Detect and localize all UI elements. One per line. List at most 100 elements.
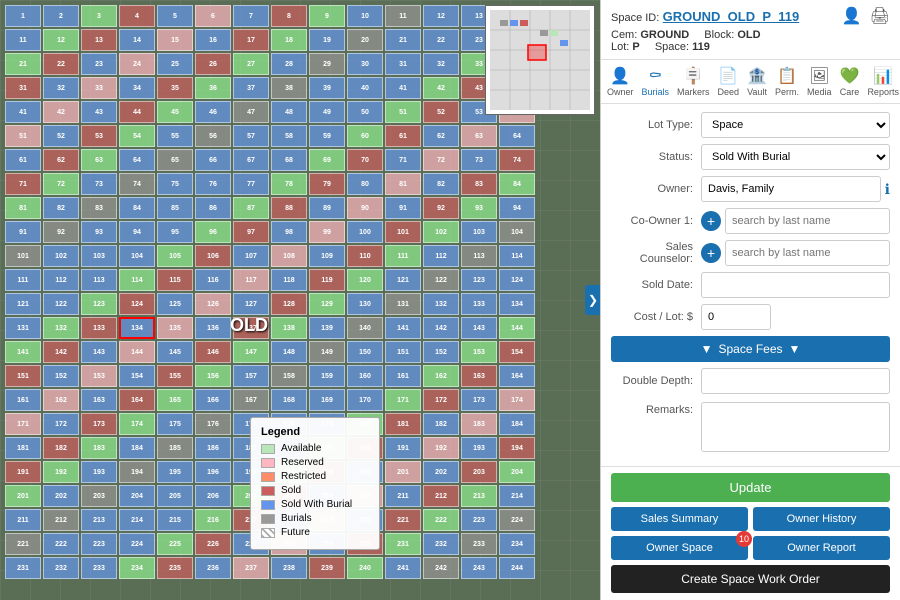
lot-cell[interactable]: 163 [81, 389, 117, 411]
lot-cell[interactable]: 155 [157, 365, 193, 387]
update-btn[interactable]: Update [611, 473, 890, 502]
lot-cell[interactable]: 203 [461, 461, 497, 483]
lot-cell[interactable]: 147 [233, 341, 269, 363]
lot-cell[interactable]: 12 [423, 5, 459, 27]
lot-cell[interactable]: 237 [233, 557, 269, 579]
lot-cell[interactable]: 205 [157, 485, 193, 507]
lot-cell[interactable]: 162 [43, 389, 79, 411]
lot-cell[interactable]: 144 [499, 317, 535, 339]
lot-cell[interactable]: 224 [499, 509, 535, 531]
lot-cell[interactable]: 238 [271, 557, 307, 579]
lot-cell[interactable]: 45 [157, 101, 193, 123]
lot-cell[interactable]: 91 [385, 197, 421, 219]
lot-cell[interactable]: 1 [5, 5, 41, 27]
lot-cell[interactable]: 90 [347, 197, 383, 219]
lot-cell[interactable]: 5 [157, 5, 193, 27]
lot-cell[interactable]: 154 [119, 365, 155, 387]
lot-cell[interactable]: 46 [195, 101, 231, 123]
lot-cell[interactable]: 73 [461, 149, 497, 171]
lot-cell[interactable]: 224 [119, 533, 155, 555]
lot-cell[interactable]: 35 [157, 77, 193, 99]
lot-cell[interactable]: 32 [43, 77, 79, 99]
expand-panel-arrow[interactable]: ❯ [585, 285, 600, 315]
lot-cell[interactable]: 201 [385, 461, 421, 483]
tab-markers[interactable]: 🪧Markers [673, 64, 714, 99]
lot-cell[interactable]: 145 [157, 341, 193, 363]
tab-vault[interactable]: 🏦Vault [743, 64, 771, 99]
lot-cell[interactable]: 52 [43, 125, 79, 147]
lot-cell[interactable]: 131 [5, 317, 41, 339]
lot-cell[interactable]: 73 [81, 173, 117, 195]
lot-cell[interactable]: 41 [385, 77, 421, 99]
lot-cell[interactable]: 113 [461, 245, 497, 267]
lot-cell[interactable]: 101 [5, 245, 41, 267]
lot-cell[interactable]: 134 [499, 293, 535, 315]
lot-cell[interactable]: 130 [347, 293, 383, 315]
lot-cell[interactable]: 140 [347, 317, 383, 339]
lot-cell[interactable]: 183 [81, 437, 117, 459]
lot-cell[interactable]: 231 [5, 557, 41, 579]
tab-owner[interactable]: 👤Owner [603, 64, 638, 99]
lot-cell[interactable]: 2 [43, 5, 79, 27]
lot-cell[interactable]: 243 [461, 557, 497, 579]
lot-cell[interactable]: 191 [5, 461, 41, 483]
lot-cell[interactable]: 184 [499, 413, 535, 435]
lot-cell[interactable]: 213 [461, 485, 497, 507]
lot-cell[interactable]: 124 [119, 293, 155, 315]
lot-cell[interactable]: 101 [385, 221, 421, 243]
lot-cell[interactable]: 21 [5, 53, 41, 75]
lot-cell[interactable]: 62 [43, 149, 79, 171]
lot-cell[interactable]: 81 [385, 173, 421, 195]
lot-cell[interactable]: 47 [233, 101, 269, 123]
lot-cell[interactable]: 127 [233, 293, 269, 315]
lot-cell[interactable]: 159 [309, 365, 345, 387]
lot-cell[interactable]: 62 [423, 125, 459, 147]
lot-cell[interactable]: 160 [347, 365, 383, 387]
lot-cell[interactable]: 112 [43, 269, 79, 291]
lot-cell[interactable]: 232 [423, 533, 459, 555]
lot-cell[interactable]: 122 [423, 269, 459, 291]
lot-cell[interactable]: 22 [423, 29, 459, 51]
lot-cell[interactable]: 13 [81, 29, 117, 51]
lot-cell[interactable]: 172 [43, 413, 79, 435]
lot-cell[interactable]: 53 [81, 125, 117, 147]
lot-cell[interactable]: 133 [81, 317, 117, 339]
lot-cell[interactable]: 108 [271, 245, 307, 267]
lot-cell[interactable]: 15 [157, 29, 193, 51]
lot-cell[interactable]: 153 [461, 341, 497, 363]
lot-cell[interactable]: 39 [309, 77, 345, 99]
lot-cell[interactable]: 138 [271, 317, 307, 339]
lot-cell[interactable]: 161 [385, 365, 421, 387]
lot-cell[interactable]: 63 [81, 149, 117, 171]
lot-cell[interactable]: 241 [385, 557, 421, 579]
tab-reports[interactable]: 📊Reports [863, 64, 900, 99]
lot-cell[interactable]: 33 [81, 77, 117, 99]
lot-cell[interactable]: 196 [195, 461, 231, 483]
lot-cell[interactable]: 85 [157, 197, 193, 219]
lot-cell[interactable]: 67 [233, 149, 269, 171]
owner-history-btn[interactable]: Owner History [753, 507, 890, 531]
lot-cell[interactable]: 129 [309, 293, 345, 315]
lot-cell[interactable]: 10 [347, 5, 383, 27]
lot-cell[interactable]: 206 [195, 485, 231, 507]
lot-cell[interactable]: 125 [157, 293, 193, 315]
lot-cell[interactable]: 18 [271, 29, 307, 51]
lot-cell[interactable]: 223 [461, 509, 497, 531]
lot-cell[interactable]: 11 [385, 5, 421, 27]
lot-cell[interactable]: 71 [5, 173, 41, 195]
lot-cell[interactable]: 86 [195, 197, 231, 219]
space-id-value[interactable]: GROUND_OLD_P_119 [663, 9, 800, 24]
lot-cell[interactable]: 215 [157, 509, 193, 531]
tab-media[interactable]: 🖼Media [803, 64, 836, 99]
lot-cell[interactable]: 203 [81, 485, 117, 507]
lot-cell[interactable]: 48 [271, 101, 307, 123]
lot-cell[interactable]: 104 [119, 245, 155, 267]
lot-cell[interactable]: 116 [195, 269, 231, 291]
lot-cell[interactable]: 120 [347, 269, 383, 291]
lot-cell[interactable]: 174 [119, 413, 155, 435]
lot-cell[interactable]: 61 [385, 125, 421, 147]
lot-cell[interactable]: 137 [233, 317, 269, 339]
lot-cell[interactable]: 202 [423, 461, 459, 483]
lot-cell[interactable]: 118 [271, 269, 307, 291]
lot-cell[interactable]: 134 [119, 317, 155, 339]
